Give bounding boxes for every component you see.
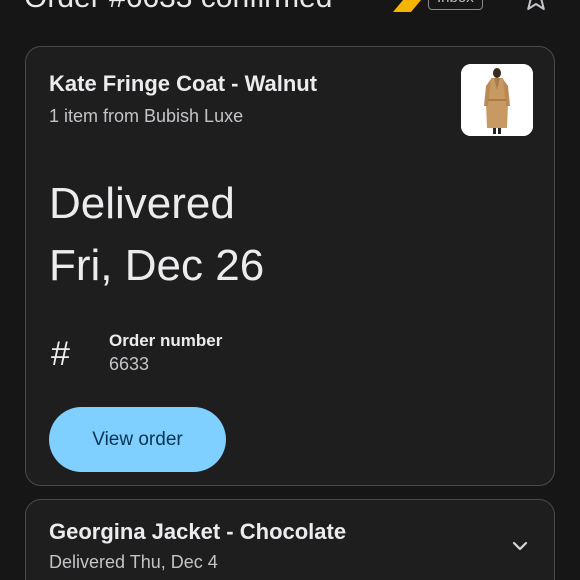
item-subtitle: 1 item from Bubish Luxe — [49, 106, 244, 126]
delivery-status-line1: Delivered — [49, 179, 235, 228]
star-icon[interactable] — [521, 0, 551, 12]
order-number-value: 6633 — [109, 354, 150, 374]
email-subject: Order #6633 confirmed — [24, 0, 333, 18]
second-item-subtitle: Delivered Thu, Dec 4 — [49, 552, 218, 572]
product-thumbnail[interactable] — [461, 64, 533, 136]
second-item-title: Georgina Jacket - Chocolate — [49, 519, 347, 544]
second-order-card[interactable]: Georgina Jacket - Chocolate Delivered Th… — [25, 499, 555, 580]
delivery-status: Delivered Fri, Dec 26 — [49, 173, 264, 297]
email-view: Order #6633 confirmed Inbox Kate Fringe … — [0, 0, 580, 580]
order-number-label: Order number — [109, 331, 223, 350]
order-card: Kate Fringe Coat - Walnut 1 item from Bu… — [25, 46, 555, 486]
coat-image — [461, 64, 533, 136]
item-title: Kate Fringe Coat - Walnut — [49, 71, 318, 96]
hash-icon: # — [51, 335, 70, 373]
chevron-down-icon[interactable] — [510, 536, 530, 556]
view-order-button[interactable]: View order — [49, 407, 226, 472]
importance-marker-icon[interactable] — [389, 0, 423, 16]
delivery-date: Fri, Dec 26 — [49, 241, 265, 290]
inbox-label-chip[interactable]: Inbox — [428, 0, 483, 10]
email-header: Order #6633 confirmed Inbox — [0, 0, 580, 18]
